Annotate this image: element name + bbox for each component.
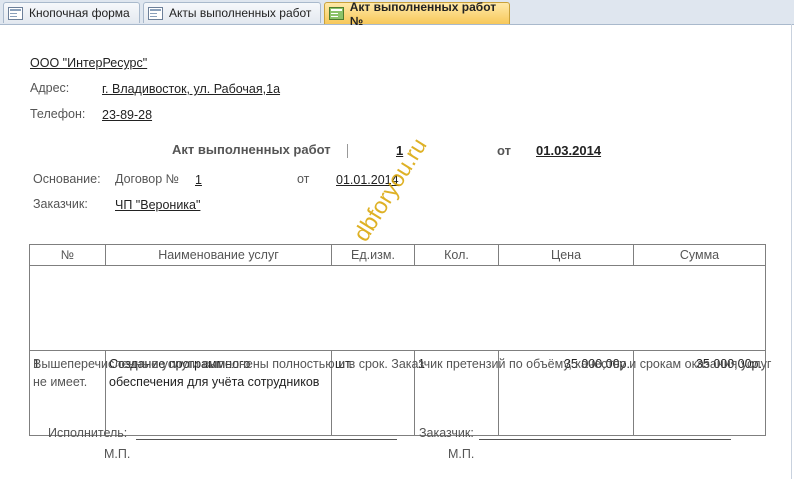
tab-label: Акты выполненных работ bbox=[169, 6, 312, 20]
basis-label: Основание: bbox=[33, 172, 101, 186]
col-header-price: Цена bbox=[498, 244, 634, 266]
tab-switchboard-form[interactable]: Кнопочная форма bbox=[3, 2, 140, 23]
act-from-label: от bbox=[497, 143, 511, 158]
act-title: Акт выполненных работ bbox=[172, 142, 331, 157]
site-watermark: dbforyou.ru bbox=[348, 133, 432, 246]
address-value: г. Владивосток, ул. Рабочая,1а bbox=[102, 82, 281, 96]
phone-value: 23-89-28 bbox=[102, 108, 153, 122]
table-spacer bbox=[29, 265, 766, 351]
title-cursor bbox=[347, 144, 348, 158]
form-icon bbox=[8, 6, 23, 20]
customer-label: Заказчик: bbox=[33, 197, 88, 211]
form-icon bbox=[148, 6, 163, 20]
completion-note: Вышеперечисленные услуги выполнены полно… bbox=[33, 357, 772, 389]
col-header-service: Наименование услуг bbox=[105, 244, 332, 266]
phone-label: Телефон: bbox=[30, 107, 86, 121]
customer-stamp-label: М.П. bbox=[448, 447, 475, 461]
col-header-sum: Сумма bbox=[633, 244, 766, 266]
col-header-unit: Ед.изм. bbox=[331, 244, 415, 266]
tab-label: Акт выполненных работ № bbox=[349, 0, 497, 28]
contract-from-label: от bbox=[297, 172, 310, 186]
executor-stamp-label: М.П. bbox=[104, 447, 131, 461]
page-edge bbox=[791, 24, 792, 479]
tab-acts-list-form[interactable]: Акты выполненных работ bbox=[143, 2, 321, 23]
col-header-qty: Кол. bbox=[414, 244, 499, 266]
company-name: ООО "ИнтерРесурс" bbox=[30, 56, 148, 70]
tab-act-report[interactable]: Акт выполненных работ № bbox=[324, 0, 510, 28]
customer-signature-line bbox=[479, 439, 731, 440]
customer-name: ЧП "Вероника" bbox=[115, 198, 201, 212]
table-header-row: № Наименование услуг Ед.изм. Кол. Цена С… bbox=[29, 244, 766, 266]
act-date: 01.03.2014 bbox=[536, 143, 602, 158]
document-tab-strip: Кнопочная форма Акты выполненных работ А… bbox=[0, 0, 794, 28]
tab-label: Кнопочная форма bbox=[29, 6, 130, 20]
executor-signature-line bbox=[136, 439, 397, 440]
address-label: Адрес: bbox=[30, 81, 70, 95]
executor-signature-label: Исполнитель: bbox=[48, 426, 128, 440]
customer-signature-label: Заказчик: bbox=[419, 426, 474, 440]
report-icon bbox=[329, 7, 344, 20]
contract-number: 1 bbox=[195, 173, 202, 187]
col-header-number: № bbox=[29, 244, 106, 266]
services-table: № Наименование услуг Ед.изм. Кол. Цена С… bbox=[29, 244, 766, 436]
contract-label: Договор № bbox=[115, 172, 180, 186]
